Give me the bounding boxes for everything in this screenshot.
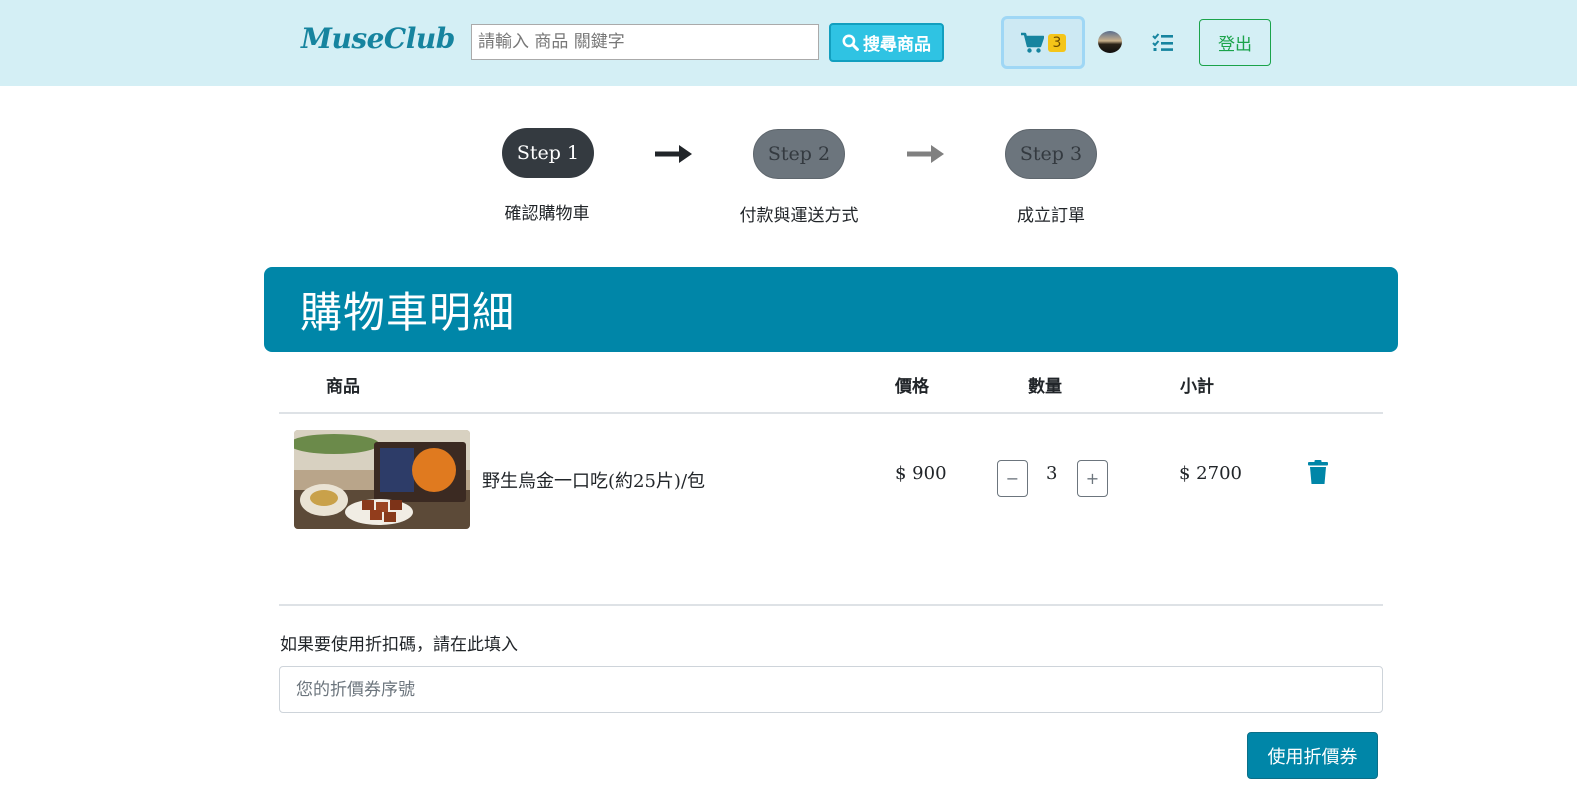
coupon-input[interactable]	[279, 666, 1383, 713]
search-input[interactable]	[471, 24, 819, 60]
qty-increase-button[interactable]: +	[1077, 460, 1108, 497]
header-qty: 數量	[1028, 377, 1062, 397]
step-3-badge: Step 3	[1005, 129, 1097, 179]
arrow-right-icon	[907, 145, 944, 163]
step-1-caption: 確認購物車	[504, 204, 590, 224]
logout-button[interactable]: 登出	[1199, 19, 1271, 66]
search-button-label: 搜尋商品	[863, 35, 931, 55]
search-icon	[842, 34, 859, 51]
cart-icon	[1020, 32, 1044, 53]
divider	[279, 412, 1383, 414]
step-3-caption: 成立訂單	[1017, 206, 1085, 226]
cart-button[interactable]: 3	[1001, 16, 1085, 69]
coupon-label: 如果要使用折扣碼，請在此填入	[280, 635, 518, 655]
brand-logo[interactable]: MuseClub	[301, 22, 455, 55]
qty-decrease-button[interactable]: −	[997, 460, 1028, 497]
navbar: MuseClub 搜尋商品 3 登出	[0, 0, 1577, 86]
divider	[279, 604, 1383, 606]
cart-count-badge: 3	[1047, 33, 1067, 52]
page-title: 購物車明細	[300, 288, 516, 337]
product-name[interactable]: 野生烏金一口吃(約25片)/包	[482, 467, 705, 493]
product-image[interactable]	[294, 430, 470, 529]
search-button[interactable]: 搜尋商品	[829, 23, 944, 62]
qty-value: 3	[1046, 463, 1058, 484]
cart-details-banner: 購物車明細	[264, 267, 1398, 352]
step-1-badge: Step 1	[502, 128, 594, 178]
step-2-caption: 付款與運送方式	[739, 206, 859, 226]
arrow-right-icon	[655, 145, 692, 163]
header-price: 價格	[895, 377, 929, 397]
order-list-icon[interactable]	[1151, 30, 1175, 54]
step-2-badge: Step 2	[753, 129, 845, 179]
trash-icon[interactable]	[1308, 460, 1328, 484]
product-price: $ 900	[895, 463, 947, 484]
header-product: 商品	[326, 377, 360, 397]
row-subtotal: $ 2700	[1179, 463, 1242, 484]
header-subtotal: 小計	[1180, 377, 1214, 397]
apply-coupon-button[interactable]: 使用折價券	[1247, 732, 1378, 779]
avatar[interactable]	[1098, 31, 1122, 53]
